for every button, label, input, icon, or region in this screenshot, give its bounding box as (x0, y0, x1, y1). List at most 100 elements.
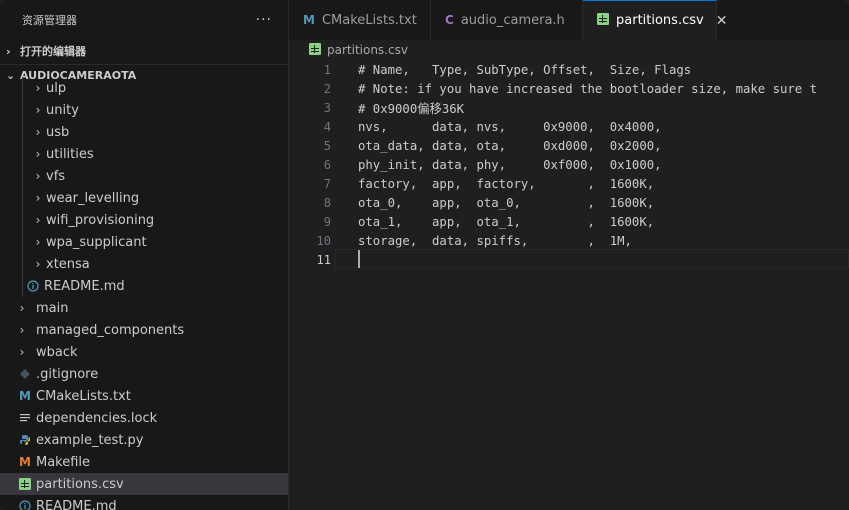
text-cursor (358, 250, 360, 268)
csv-icon (597, 13, 609, 28)
explorer-title: 资源管理器 (22, 14, 77, 27)
chevron-right-icon: › (35, 103, 41, 117)
line-number: 2 (323, 81, 331, 96)
tree-item-label: Makefile (36, 454, 91, 470)
tree-item-dependencies-lock[interactable]: dependencies.lock (0, 407, 288, 429)
line-number: 7 (323, 176, 331, 191)
explorer-sidebar: 资源管理器 ··· › 打开的编辑器 ⌄ AUDIOCAMERAOTA › ul… (0, 0, 289, 510)
chevron-right-icon: › (35, 81, 41, 95)
open-editors-section[interactable]: › 打开的编辑器 (0, 40, 288, 62)
tree-item-label: .gitignore (36, 366, 99, 382)
tree-item-vfs[interactable]: › vfs (0, 165, 288, 187)
breadcrumb-file[interactable]: partitions.csv (327, 43, 408, 57)
tab-label: partitions.csv (616, 13, 704, 28)
tree-item-wear-levelling[interactable]: › wear_levelling (0, 187, 288, 209)
tree-item-label: README.md (36, 498, 117, 510)
cmake-icon: M (303, 13, 315, 27)
makefile-icon: M (19, 455, 31, 469)
tree-item-cmakelists[interactable]: M CMakeLists.txt (0, 385, 288, 407)
code-line: 9 ota_1, app, ota_1, , 1600K, (289, 212, 849, 231)
tree-item-label: vfs (46, 168, 66, 184)
tree-item-label: dependencies.lock (36, 410, 158, 426)
tree-item-label: CMakeLists.txt (36, 388, 131, 404)
tree-item-label: example_test.py (36, 432, 144, 448)
line-text: factory, app, factory, , 1600K, (358, 176, 655, 191)
tree-item-label: wear_levelling (46, 190, 140, 206)
info-icon (17, 498, 33, 510)
chevron-right-icon: › (35, 169, 41, 183)
tree-item-makefile[interactable]: M Makefile (0, 451, 288, 473)
close-icon[interactable]: ✕ (716, 13, 728, 29)
tab-label: audio_camera.h (460, 12, 565, 28)
chevron-right-icon: › (35, 257, 41, 271)
chevron-right-icon: › (35, 125, 41, 139)
chevron-right-icon: › (35, 235, 41, 249)
line-text: nvs, data, nvs, 0x9000, 0x4000, (358, 119, 662, 134)
code-line: 6 phy_init, data, phy, 0xf000, 0x1000, (289, 155, 849, 174)
line-number: 3 (323, 100, 331, 115)
tree-item-label: ulp (46, 80, 67, 96)
explorer-header: 资源管理器 ··· (0, 0, 288, 40)
tree-item-ulp[interactable]: › ulp (0, 77, 288, 99)
tree-item-example-test[interactable]: example_test.py (0, 429, 288, 451)
info-icon (25, 278, 41, 294)
tree-item-wifi-provisioning[interactable]: › wifi_provisioning (0, 209, 288, 231)
tree-item-label: wpa_supplicant (46, 234, 147, 250)
more-actions-icon[interactable]: ··· (256, 12, 272, 28)
tab-audio-camera-h[interactable]: C audio_camera.h (431, 0, 583, 40)
tree-item-gitignore[interactable]: .gitignore (0, 363, 288, 385)
tree-item-usb[interactable]: › usb (0, 121, 288, 143)
code-line: 7 factory, app, factory, , 1600K, (289, 174, 849, 193)
code-line: 3 # 0x9000偏移36K (289, 98, 849, 117)
tree-item-xtensa[interactable]: › xtensa (0, 253, 288, 275)
code-line-current: 11 (289, 250, 849, 269)
tree-item-label: usb (46, 124, 70, 140)
line-text: # 0x9000偏移36K (358, 101, 465, 116)
code-line: 2 # Note: if you have increased the boot… (289, 79, 849, 98)
line-number: 1 (323, 62, 331, 77)
line-number: 9 (323, 214, 331, 229)
tree-item-utilities[interactable]: › utilities (0, 143, 288, 165)
tree-item-wback[interactable]: › wback (0, 341, 288, 363)
tree-item-label: managed_components (36, 322, 185, 338)
code-editor[interactable]: 1 # Name, Type, SubType, Offset, Size, F… (289, 60, 849, 510)
editor-tabs: M CMakeLists.txt C audio_camera.h partit… (289, 0, 849, 40)
chevron-right-icon: › (35, 147, 41, 161)
tree-item-managed-components[interactable]: › managed_components (0, 319, 288, 341)
line-number: 5 (323, 138, 331, 153)
code-line: 8 ota_0, app, ota_0, , 1600K, (289, 193, 849, 212)
chevron-right-icon: › (35, 213, 41, 227)
open-editors-label: 打开的编辑器 (20, 45, 86, 58)
tab-partitions-csv[interactable]: partitions.csv ✕ (583, 0, 727, 40)
python-icon (17, 432, 33, 448)
c-header-icon: C (445, 13, 454, 27)
vscode-window: 资源管理器 ··· › 打开的编辑器 ⌄ AUDIOCAMERAOTA › ul… (0, 0, 849, 510)
code-line: 10 storage, data, spiffs, , 1M, (289, 231, 849, 250)
tree-item-label: utilities (46, 146, 94, 162)
tree-item-readme-nested[interactable]: README.md (0, 275, 288, 297)
code-line: 1 # Name, Type, SubType, Offset, Size, F… (289, 60, 849, 79)
chevron-right-icon: › (19, 301, 25, 315)
tree-item-main[interactable]: › main (0, 297, 288, 319)
line-number: 11 (316, 252, 331, 267)
lines-icon (17, 410, 33, 426)
tree-item-unity[interactable]: › unity (0, 99, 288, 121)
csv-icon (17, 476, 33, 492)
code-line: 5 ota_data, data, ota, 0xd000, 0x2000, (289, 136, 849, 155)
breadcrumb[interactable]: partitions.csv (289, 40, 849, 60)
csv-icon (309, 42, 321, 58)
tree-item-label: wback (36, 344, 78, 360)
code-line: 4 nvs, data, nvs, 0x9000, 0x4000, (289, 117, 849, 136)
line-text: ota_1, app, ota_1, , 1600K, (358, 214, 655, 229)
line-text: # Name, Type, SubType, Offset, Size, Fla… (358, 62, 692, 77)
tree-item-label: main (36, 300, 69, 316)
line-number: 4 (323, 119, 331, 134)
tree-item-label: wifi_provisioning (46, 212, 155, 228)
line-number: 6 (323, 157, 331, 172)
tree-item-wpa-supplicant[interactable]: › wpa_supplicant (0, 231, 288, 253)
tab-cmakelists[interactable]: M CMakeLists.txt (289, 0, 431, 40)
tree-item-readme[interactable]: README.md (0, 495, 288, 510)
tree-item-partitions-csv[interactable]: partitions.csv (0, 473, 288, 495)
cmake-icon: M (19, 389, 31, 403)
chevron-right-icon: › (19, 345, 25, 359)
